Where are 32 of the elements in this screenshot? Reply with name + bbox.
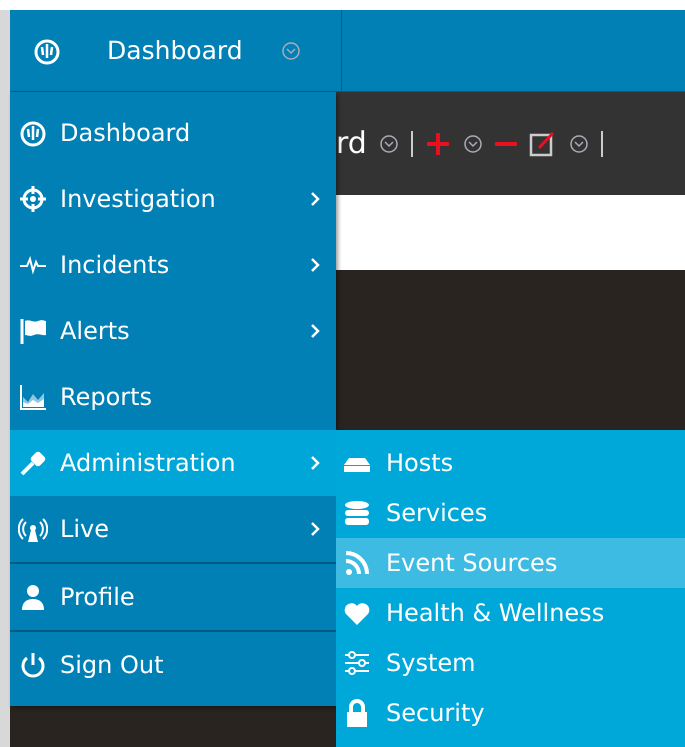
submenu-item[interactable]: Hosts <box>336 438 685 488</box>
menu-item[interactable]: Reports <box>10 364 336 430</box>
chevron-down-icon <box>568 134 589 154</box>
menu-item[interactable]: Dashboard <box>10 100 336 166</box>
chevron-down-icon <box>280 40 301 60</box>
chevron-right-icon <box>308 322 322 340</box>
chevron-down-icon <box>462 134 483 154</box>
submenu-item[interactable]: System <box>336 638 685 688</box>
menu-item[interactable]: Investigation <box>10 166 336 232</box>
menu-item[interactable]: Administration <box>10 430 336 496</box>
chevron-right-icon <box>308 190 322 208</box>
database-icon <box>342 498 372 528</box>
chevron-down-icon <box>378 134 399 154</box>
submenu-item[interactable]: Services <box>336 488 685 538</box>
submenu-item[interactable]: Health & Wellness <box>336 588 685 638</box>
submenu-item[interactable]: Security <box>336 688 685 738</box>
plus-icon <box>424 130 451 156</box>
sliders-icon <box>342 648 372 678</box>
chart-icon <box>18 382 48 412</box>
flag-icon <box>18 316 48 346</box>
edit-icon <box>528 130 557 158</box>
chevron-right-icon <box>308 520 322 538</box>
menu-item[interactable]: Live <box>10 496 336 562</box>
crosshair-icon <box>18 184 48 214</box>
chevron-right-icon <box>308 256 322 274</box>
minus-icon <box>494 142 517 146</box>
toolbar-title: rd <box>336 126 367 161</box>
menu-item[interactable]: Incidents <box>10 232 336 298</box>
menu-button[interactable]: Dashboard <box>10 10 342 91</box>
submenu-item[interactable]: Event Sources <box>336 538 685 588</box>
menu-item[interactable]: Alerts <box>10 298 336 364</box>
chevron-right-icon <box>308 454 322 472</box>
